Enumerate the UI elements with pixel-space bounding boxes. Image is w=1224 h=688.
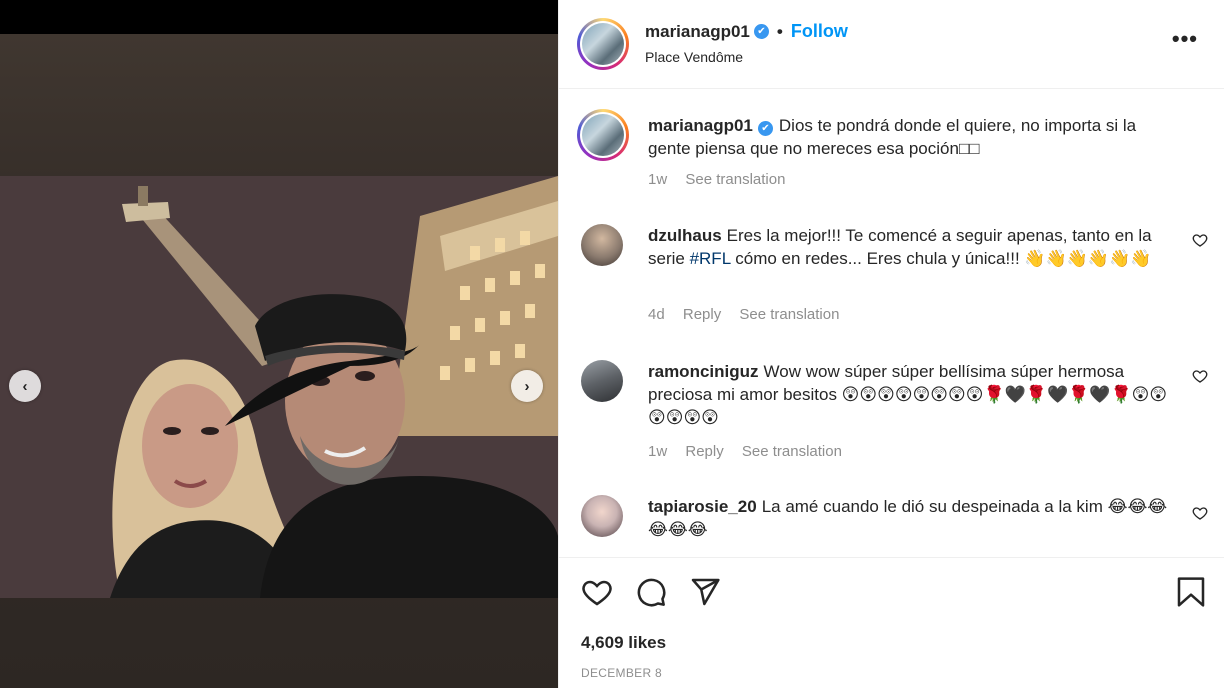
media-panel: ‹ › bbox=[0, 0, 558, 688]
reply-button[interactable]: Reply bbox=[685, 443, 723, 460]
author-username[interactable]: marianagp01 bbox=[645, 22, 750, 42]
caption-meta: 1w See translation bbox=[648, 171, 799, 188]
more-options-icon[interactable]: ••• bbox=[1172, 26, 1198, 52]
comment-age: 4d bbox=[648, 306, 665, 323]
comment-hashtag[interactable]: #RFL bbox=[690, 249, 731, 268]
comment-body: dzulhaus Eres la mejor!!! Te comencé a se… bbox=[648, 224, 1168, 270]
post-author-row: marianagp01 ✔ • Follow bbox=[645, 21, 848, 42]
post-date: DECEMBER 8 bbox=[581, 666, 663, 680]
comment-body: ramonciniguz Wow wow súper súper bellísim… bbox=[648, 360, 1168, 429]
caption-username[interactable]: marianagp01 bbox=[648, 116, 753, 135]
commenter-avatar[interactable] bbox=[581, 495, 623, 537]
see-translation-button[interactable]: See translation bbox=[742, 443, 842, 460]
comment-bubble-icon[interactable] bbox=[635, 576, 667, 613]
avatar-image bbox=[582, 114, 624, 156]
caption-age: 1w bbox=[648, 171, 668, 188]
comment-username[interactable]: dzulhaus bbox=[648, 226, 722, 245]
commenter-avatar[interactable] bbox=[581, 360, 623, 402]
instagram-post-modal: ‹ › marianagp01 ✔ • Follow Place Vendôme… bbox=[0, 0, 1224, 688]
paper-plane-icon[interactable] bbox=[689, 576, 721, 613]
caption-author-avatar[interactable] bbox=[577, 109, 629, 161]
comment-meta: 1w Reply See translation bbox=[648, 443, 856, 460]
dot-separator: • bbox=[776, 21, 783, 41]
see-translation-button[interactable]: See translation bbox=[739, 306, 839, 323]
comment-age: 1w bbox=[648, 443, 668, 460]
comment-like-heart-icon[interactable] bbox=[1192, 232, 1208, 253]
verified-badge-icon: ✔ bbox=[757, 121, 773, 136]
comment-item: tapiarosie_20 La amé cuando le dió su des… bbox=[559, 493, 1224, 556]
commenter-avatar[interactable] bbox=[581, 224, 623, 266]
comment-item: dzulhaus Eres la mejor!!! Te comencé a se… bbox=[559, 220, 1224, 330]
post-side-panel: marianagp01 ✔ • Follow Place Vendôme •••… bbox=[558, 0, 1224, 688]
verified-badge-icon: ✔ bbox=[753, 24, 769, 39]
comment-item: ramonciniguz Wow wow súper súper bellísim… bbox=[559, 356, 1224, 466]
follow-button[interactable]: Follow bbox=[791, 21, 848, 42]
post-header: marianagp01 ✔ • Follow Place Vendôme ••• bbox=[559, 0, 1224, 89]
avatar-image bbox=[582, 23, 624, 65]
comment-like-heart-icon[interactable] bbox=[1192, 505, 1208, 526]
post-actions-bar: 4,609 likes DECEMBER 8 bbox=[559, 557, 1224, 688]
heart-outline-icon[interactable] bbox=[581, 576, 613, 613]
comment-like-heart-icon[interactable] bbox=[1192, 368, 1208, 389]
previous-photo-button[interactable]: ‹ bbox=[9, 370, 41, 402]
post-photo bbox=[0, 176, 558, 598]
photo-illustration bbox=[0, 176, 558, 598]
comments-list[interactable]: marianagp01 ✔ Dios te pondrá donde el quie… bbox=[559, 90, 1224, 556]
comment-body: tapiarosie_20 La amé cuando le dió su des… bbox=[648, 495, 1168, 541]
caption-see-translation[interactable]: See translation bbox=[685, 171, 785, 188]
reply-button[interactable]: Reply bbox=[683, 306, 721, 323]
avatar-inner bbox=[580, 21, 626, 67]
post-location[interactable]: Place Vendôme bbox=[645, 49, 743, 65]
caption-body: marianagp01 ✔ Dios te pondrá donde el quie… bbox=[648, 114, 1168, 160]
comment-meta: 4d Reply See translation bbox=[648, 306, 853, 323]
comment-username[interactable]: tapiarosie_20 bbox=[648, 497, 757, 516]
next-photo-button[interactable]: › bbox=[511, 370, 543, 402]
post-caption: marianagp01 ✔ Dios te pondrá donde el quie… bbox=[559, 90, 1224, 210]
comment-username[interactable]: ramonciniguz bbox=[648, 362, 759, 381]
likes-count[interactable]: 4,609 likes bbox=[581, 633, 666, 653]
author-avatar[interactable] bbox=[577, 18, 629, 70]
bookmark-icon[interactable] bbox=[1176, 576, 1206, 613]
avatar-inner bbox=[580, 112, 626, 158]
comment-text-after: cómo en redes... Eres chula y única!!! 👋… bbox=[730, 249, 1152, 268]
